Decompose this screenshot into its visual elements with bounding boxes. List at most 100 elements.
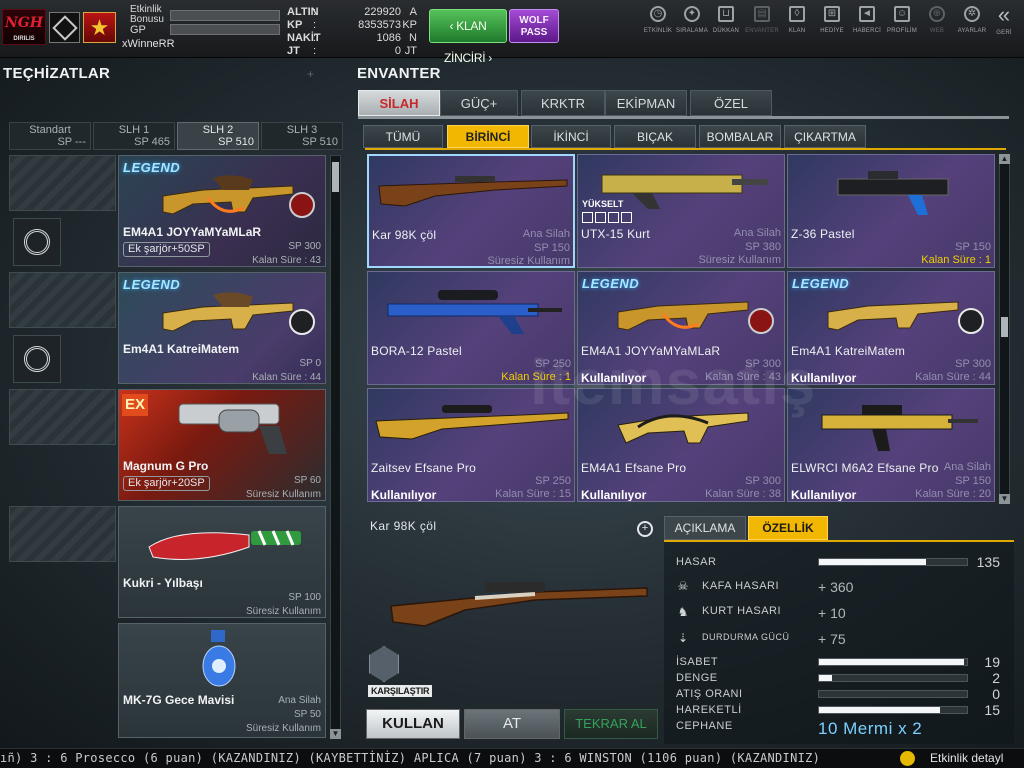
scroll-up-button[interactable]: ▲: [999, 154, 1010, 164]
item-sp: SP 300: [288, 241, 321, 252]
item-status: Kullanılıyor: [791, 488, 857, 502]
scroll-down-button[interactable]: ▼: [999, 494, 1010, 504]
scroll-down-button[interactable]: ▼: [330, 729, 341, 739]
subtab-tumu[interactable]: TÜMÜ: [363, 125, 443, 148]
stat-value: 2: [992, 670, 1000, 686]
item-status: Kullanılıyor: [581, 488, 647, 502]
detail-weapon-image: [390, 582, 648, 627]
clan-rank-badge: ★: [83, 12, 116, 43]
medal-icon: ✦: [684, 6, 700, 22]
inventory-icon: ▤: [754, 6, 770, 22]
tab-ozellik[interactable]: ÖZELLİK: [748, 516, 828, 540]
tab-ekipman[interactable]: EKİPMAN: [605, 90, 687, 116]
ticker-text: ıñ) 3 : 6 Prosecco (6 puan) (KAZANDINIZ)…: [0, 751, 821, 765]
tab-ozel[interactable]: ÖZEL: [690, 90, 772, 116]
event-info-icon[interactable]: [900, 751, 915, 766]
drop-button[interactable]: AT: [464, 709, 560, 739]
katrei-emblem-icon: [289, 309, 315, 335]
stat-label: CEPHANE: [676, 720, 733, 732]
tab-aciklama[interactable]: AÇIKLAMA: [664, 516, 746, 540]
stat-label: HAREKETLİ: [676, 704, 742, 716]
subtab-bicak[interactable]: BIÇAK: [614, 125, 696, 148]
ammo-slot[interactable]: [13, 218, 61, 266]
item-name: EM4A1 JOYYaMYaMLaR: [123, 225, 262, 239]
item-sp: SP 150: [955, 241, 991, 253]
scroll-thumb[interactable]: [332, 162, 339, 192]
wolf-icon: ♞: [677, 605, 689, 619]
subtab-cikartma[interactable]: ÇIKARTMA: [784, 125, 866, 148]
inventory-item[interactable]: LEGEND Em4A1 KatreiMatem SP 300 Kullanıl…: [787, 271, 995, 385]
inventory-grid: Kar 98K çöl Ana Silah SP 150 Süresiz Kul…: [367, 154, 997, 504]
inventory-item[interactable]: ELWRCI M6A2 Efsane Pro Ana Silah SP 150 …: [787, 388, 995, 502]
inventory-scrollbar[interactable]: [999, 154, 1010, 504]
slot-tab-slh3[interactable]: SLH 3 SP 510: [261, 122, 343, 150]
equipment-scrollbar[interactable]: [330, 155, 341, 739]
plus-marker: +: [307, 67, 315, 81]
item-name: UTX-15 Kurt: [581, 227, 650, 241]
rifle-icon: [827, 301, 959, 331]
grenade-icon: [202, 630, 236, 687]
inventory-item[interactable]: Kar 98K çöl Ana Silah SP 150 Süresiz Kul…: [367, 154, 575, 268]
empty-slot[interactable]: [9, 389, 116, 445]
stat-value: 0: [992, 686, 1000, 702]
empty-slot[interactable]: [9, 506, 116, 562]
watermark: itemsatış: [530, 346, 817, 418]
back-icon: «: [997, 2, 1011, 27]
use-button[interactable]: KULLAN: [366, 709, 460, 739]
item-sp: SP 300: [955, 358, 991, 370]
tab-silah[interactable]: SİLAH: [358, 90, 440, 116]
item-status: Kullanılıyor: [371, 488, 437, 502]
equipment-card[interactable]: MK-7G Gece Mavisi Ana Silah SP 50 Süresi…: [118, 623, 326, 738]
stat-label: DURDURMA GÜCÜ: [702, 632, 790, 642]
equipment-card[interactable]: LEGEND Em4A1 KatreiMatem SP 0 Kalan Süre…: [118, 272, 326, 384]
stat-value: 135: [976, 554, 1000, 570]
item-time: Kalan Süre : 44: [252, 372, 321, 383]
gp-label: GP: [130, 24, 146, 36]
klan-zinciri-button[interactable]: ‹ KLAN ZİNCİRİ ›: [429, 9, 507, 65]
stat-value: 19: [984, 654, 1000, 670]
tab-guc[interactable]: GÜÇ+: [440, 90, 518, 116]
wolf-pass-button[interactable]: WOLF PASS: [509, 9, 559, 43]
item-expiry: Kalan Süre : 44: [915, 371, 991, 383]
kukri-icon: [148, 530, 301, 560]
subtab-birinci[interactable]: BİRİNCİ: [447, 125, 529, 148]
nav-geri[interactable]: «GERİ: [985, 2, 1023, 50]
tab-underline: [358, 116, 1009, 119]
news-ticker: ıñ) 3 : 6 Prosecco (6 puan) (KAZANDINIZ)…: [0, 748, 1024, 768]
item-name: Zaitsev Efsane Pro: [371, 461, 476, 475]
equipment-card[interactable]: LEGEND EM4A1 JOYYaMYaMLaR Ek şarjör+50SP…: [118, 155, 326, 267]
scroll-thumb[interactable]: [1001, 317, 1008, 337]
subtab-bombalar[interactable]: BOMBALAR: [699, 125, 781, 148]
equipment-card[interactable]: EX Magnum G Pro Ek şarjör+20SP SP 60 Sür…: [118, 389, 326, 501]
slot-tab-standart[interactable]: Standart SP ---: [9, 122, 91, 150]
inventory-item[interactable]: Z-36 Pastel SP 150 Kalan Süre : 1: [787, 154, 995, 268]
subtab-underline: [365, 148, 1006, 150]
equipment-card[interactable]: Kukri - Yılbaşı SP 100 Süresiz Kullanım: [118, 506, 326, 618]
subtab-ikinci[interactable]: İKİNCİ: [531, 125, 611, 148]
slot-tab-slh1[interactable]: SLH 1 SP 465: [93, 122, 175, 150]
ammo-value: 10 Mermi x 2: [818, 719, 923, 738]
empty-slot[interactable]: [9, 155, 116, 211]
clan-logo[interactable]: NGH DIRILIS: [2, 9, 46, 45]
profile-icon: ☺: [894, 6, 910, 22]
slot-tab-slh2[interactable]: SLH 2 SP 510: [177, 122, 259, 150]
empty-slot[interactable]: [9, 272, 116, 328]
inventory-item[interactable]: YÜKSELT UTX-15 Kurt Ana Silah SP 380 Sür…: [577, 154, 785, 268]
ammo-slot[interactable]: [13, 335, 61, 383]
rifle-icon: [378, 176, 568, 207]
event-detail-link[interactable]: Etkinlik detayl: [930, 751, 1003, 765]
rebuy-button[interactable]: TEKRAR AL: [564, 709, 658, 739]
item-sp: SP 150: [955, 475, 991, 487]
currency-box: ALTIN:229920 A KP:8353573 KP NAKİT:1086 N J…: [283, 4, 421, 57]
megaphone-icon: ◄: [859, 6, 875, 22]
rifle-icon: [821, 405, 978, 451]
tab-krktr[interactable]: KRKTR: [521, 90, 605, 116]
stat-bonus: + 75: [818, 631, 846, 647]
zoom-in-icon[interactable]: +: [637, 521, 653, 537]
item-type: Ana Silah: [522, 228, 570, 240]
item-expiry: Kalan Süre : 1: [921, 254, 991, 266]
stat-panel: HASAR 135 ☠ KAFA HASARI + 360 ♞ KURT HAS…: [664, 540, 1014, 744]
item-time: Kalan Süre : 43: [252, 255, 321, 266]
compare-button[interactable]: KARŞILAŞTIR: [368, 685, 433, 697]
stat-bonus: + 360: [818, 579, 854, 595]
